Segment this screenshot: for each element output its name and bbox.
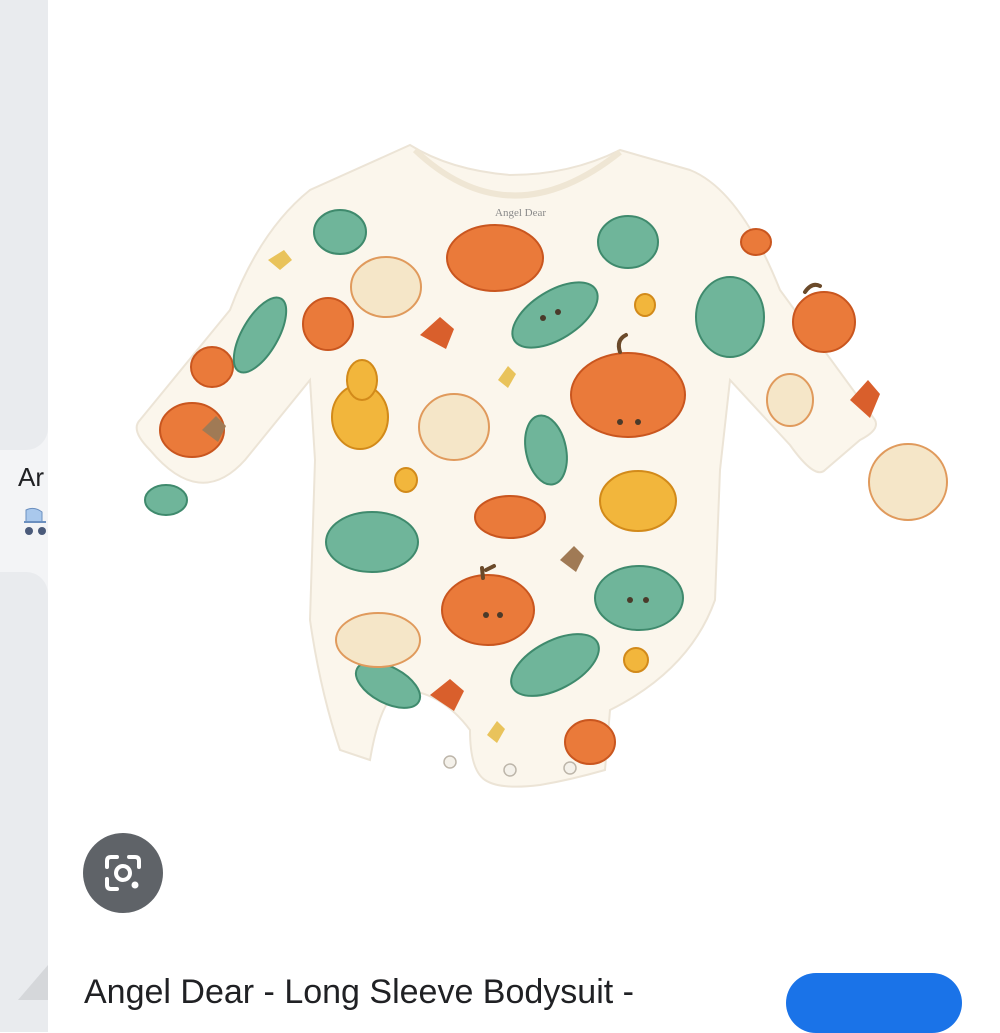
stroller-icon — [24, 507, 46, 535]
visit-button[interactable] — [786, 973, 962, 1033]
previous-result-card[interactable] — [0, 0, 48, 450]
previous-result-title[interactable]: Ar — [18, 462, 48, 493]
google-lens-icon — [105, 855, 141, 891]
scroll-edge-shape — [18, 965, 48, 1000]
google-lens-button[interactable] — [83, 833, 163, 913]
brand-label: Angel Dear — [495, 207, 546, 219]
product-title[interactable]: Angel Dear - Long Sleeve Bodysuit - — [84, 972, 634, 1012]
pumpkin-bodysuit-image[interactable]: Angel Dear — [90, 130, 970, 810]
